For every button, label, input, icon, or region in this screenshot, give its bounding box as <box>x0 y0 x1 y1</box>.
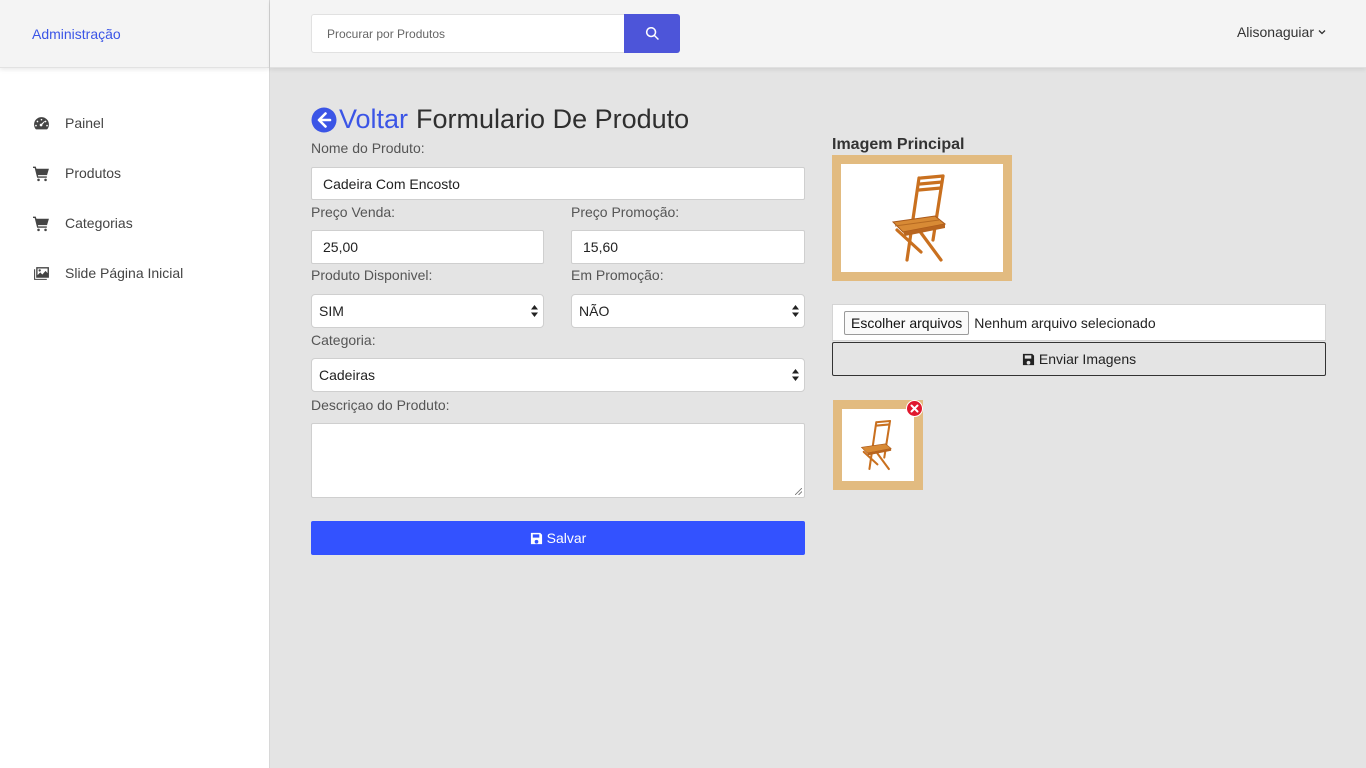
description-label: Descriçao do Produto: <box>311 397 450 413</box>
sidebar-item-label: Categorias <box>65 215 133 231</box>
send-images-label: Enviar Imagens <box>1038 351 1137 367</box>
sidebar-nav: Painel Produtos Categorias Slide Página … <box>0 68 269 298</box>
cart-icon <box>32 214 50 232</box>
chevron-down-icon <box>1318 30 1326 35</box>
floppy-disk-icon <box>1022 353 1034 365</box>
images-icon <box>32 264 50 282</box>
product-name-input[interactable]: Cadeira Com Encosto <box>311 167 805 200</box>
topbar: Alisonaguiar <box>270 0 1366 68</box>
page-title: Voltar Formulario De Produto <box>311 104 689 135</box>
price-label: Preço Venda: <box>311 204 396 220</box>
brand-link[interactable]: Administração <box>0 0 269 68</box>
choose-files-button[interactable]: Escolher arquivos <box>844 310 970 335</box>
sidebar: Administração Painel Produtos Categorias… <box>0 0 270 768</box>
on-promo-label: Em Promoção: <box>571 267 664 283</box>
select-arrows-icon <box>792 369 799 381</box>
category-select[interactable]: Cadeiras <box>311 358 805 392</box>
form-title: Formulario De Produto <box>416 104 690 134</box>
sidebar-item-produtos[interactable]: Produtos <box>0 148 269 198</box>
sidebar-item-slide-pagina-inicial[interactable]: Slide Página Inicial <box>0 248 269 298</box>
description-textarea[interactable] <box>311 423 805 498</box>
sidebar-item-label: Slide Página Inicial <box>65 265 184 281</box>
select-arrows-icon <box>531 305 538 317</box>
back-link[interactable]: Voltar <box>311 104 408 135</box>
user-menu[interactable]: Alisonaguiar <box>1237 24 1326 40</box>
main-image-title: Imagem Principal <box>832 136 965 153</box>
floppy-disk-icon <box>530 532 542 544</box>
search-input[interactable] <box>311 14 624 53</box>
cart-icon <box>32 164 50 182</box>
price-input[interactable]: 25,00 <box>311 230 544 264</box>
sidebar-item-label: Produtos <box>65 165 122 181</box>
send-images-button[interactable]: Enviar Imagens <box>832 342 1326 376</box>
sidebar-item-categorias[interactable]: Categorias <box>0 198 269 248</box>
file-input[interactable]: Escolher arquivos Nenhum arquivo selecio… <box>832 304 1326 341</box>
available-select[interactable]: SIM <box>311 294 544 328</box>
arrow-circle-left-icon <box>311 107 337 132</box>
search-icon <box>645 26 659 40</box>
on-promo-value: NÃO <box>579 303 610 319</box>
chair-image <box>860 419 892 471</box>
promo-price-label: Preço Promoção: <box>571 204 680 220</box>
remove-image-icon[interactable] <box>906 400 923 417</box>
search-button[interactable] <box>624 14 680 53</box>
select-arrows-icon <box>792 305 799 317</box>
sidebar-item-painel[interactable]: Painel <box>0 98 269 148</box>
promo-price-input[interactable]: 15,60 <box>571 230 805 264</box>
available-value: SIM <box>319 303 344 319</box>
no-file-text: Nenhum arquivo selecionado <box>974 314 1156 331</box>
sidebar-item-label: Painel <box>65 115 104 131</box>
on-promo-select[interactable]: NÃO <box>571 294 805 328</box>
resize-grip-icon[interactable] <box>795 488 802 495</box>
main-image <box>832 155 1012 281</box>
category-value: Cadeiras <box>319 367 376 383</box>
category-label: Categoria: <box>311 332 376 348</box>
tachometer-icon <box>32 114 50 132</box>
chair-image <box>891 174 947 262</box>
back-label: Voltar <box>339 104 409 134</box>
save-label: Salvar <box>546 530 587 546</box>
name-label: Nome do Produto: <box>311 140 425 156</box>
available-label: Produto Disponivel: <box>311 267 433 283</box>
user-name: Alisonaguiar <box>1236 24 1314 40</box>
save-button[interactable]: Salvar <box>311 521 805 555</box>
